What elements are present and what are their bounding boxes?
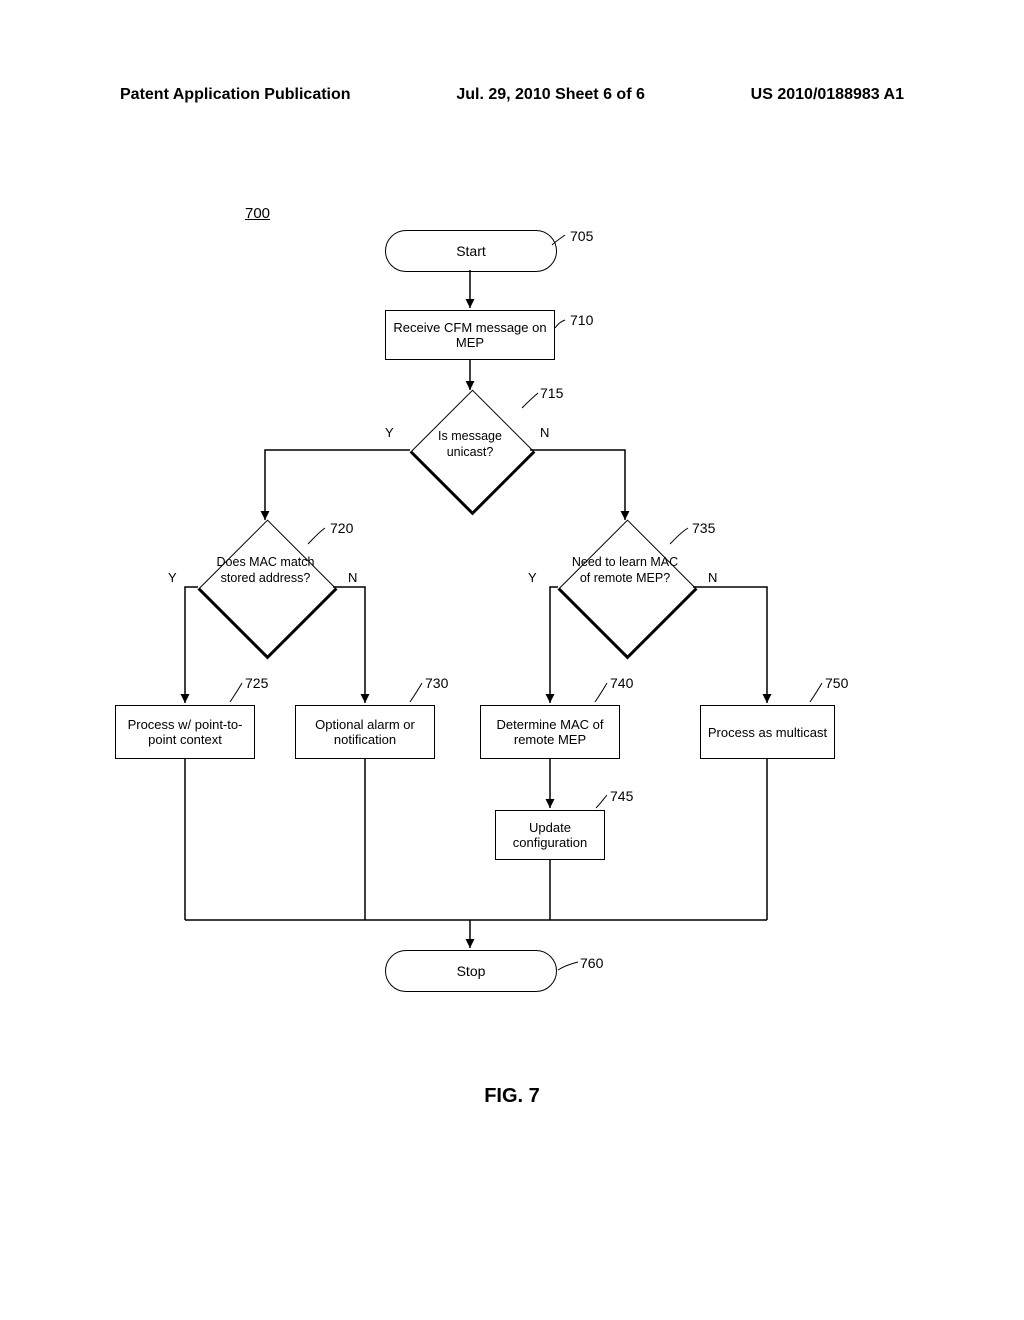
- header-left: Patent Application Publication: [120, 86, 351, 104]
- node-need-learn: [557, 519, 697, 659]
- node-receive-cfm-label: Receive CFM message on MEP: [392, 320, 548, 350]
- node-process-multicast-label: Process as multicast: [708, 725, 827, 740]
- node-start-label: Start: [456, 243, 486, 259]
- node-start: Start: [385, 230, 557, 272]
- ref-710: 710: [570, 312, 593, 328]
- node-stop: Stop: [385, 950, 557, 992]
- node-alarm: Optional alarm or notification: [295, 705, 435, 759]
- edge-735-y: Y: [528, 570, 537, 585]
- flowchart-connectors: [60, 150, 960, 1050]
- node-mac-match: [197, 519, 337, 659]
- node-determine-mac: Determine MAC of remote MEP: [480, 705, 620, 759]
- edge-715-y: Y: [385, 425, 394, 440]
- ref-730: 730: [425, 675, 448, 691]
- ref-705: 705: [570, 228, 593, 244]
- ref-720: 720: [330, 520, 353, 536]
- node-process-p2p-label: Process w/ point-to-point context: [122, 717, 248, 747]
- node-determine-mac-label: Determine MAC of remote MEP: [487, 717, 613, 747]
- ref-715: 715: [540, 385, 563, 401]
- header-center: Jul. 29, 2010 Sheet 6 of 6: [456, 86, 645, 104]
- ref-740: 740: [610, 675, 633, 691]
- edge-735-n: N: [708, 570, 717, 585]
- node-update-config: Update configuration: [495, 810, 605, 860]
- ref-745: 745: [610, 788, 633, 804]
- node-process-p2p: Process w/ point-to-point context: [115, 705, 255, 759]
- edge-715-n: N: [540, 425, 549, 440]
- node-stop-label: Stop: [457, 963, 486, 979]
- node-receive-cfm: Receive CFM message on MEP: [385, 310, 555, 360]
- flowchart-diagram: 700 Start 705 Receive CFM message on MEP…: [60, 150, 960, 1050]
- page-header: Patent Application Publication Jul. 29, …: [0, 86, 1024, 104]
- ref-760: 760: [580, 955, 603, 971]
- edge-720-y: Y: [168, 570, 177, 585]
- node-process-multicast: Process as multicast: [700, 705, 835, 759]
- ref-725: 725: [245, 675, 268, 691]
- figure-caption: FIG. 7: [0, 1085, 1024, 1108]
- edge-720-n: N: [348, 570, 357, 585]
- node-update-config-label: Update configuration: [502, 820, 598, 850]
- ref-735: 735: [692, 520, 715, 536]
- node-alarm-label: Optional alarm or notification: [302, 717, 428, 747]
- ref-750: 750: [825, 675, 848, 691]
- header-right: US 2010/0188983 A1: [751, 86, 904, 104]
- node-is-unicast: [410, 390, 536, 516]
- figure-number: 700: [245, 205, 270, 222]
